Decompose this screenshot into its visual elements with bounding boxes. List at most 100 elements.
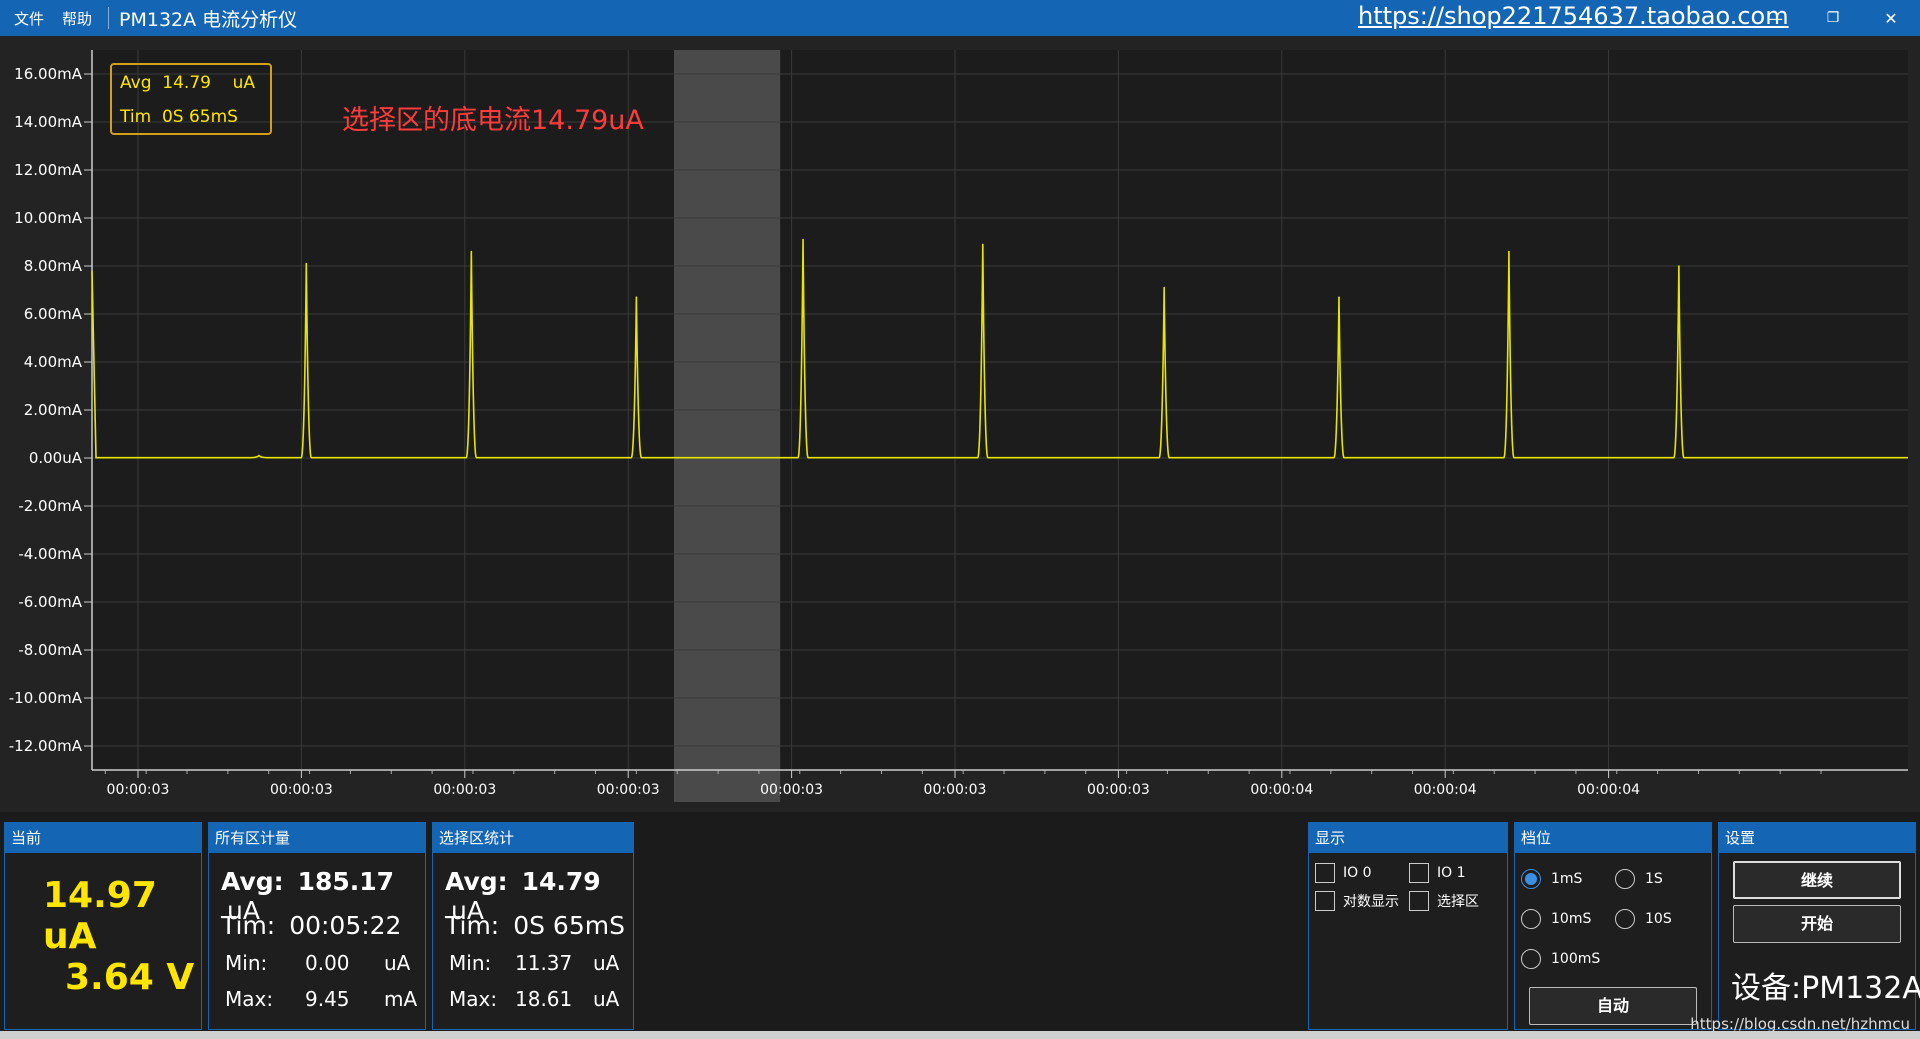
sel-avg-value: 14.79 bbox=[521, 867, 601, 896]
x-tick-label: 00:00:03 bbox=[597, 782, 660, 798]
current-panel: 当前 14.97 uA 3.64 V bbox=[4, 822, 202, 1030]
spike-peak-point bbox=[1508, 250, 1510, 253]
y-tick-label: 0.00uA bbox=[29, 449, 83, 467]
readout-tim: Tim 0S 65mS bbox=[120, 107, 238, 127]
range-10s-radio-dot[interactable] bbox=[1615, 909, 1635, 929]
range-1s-label: 1S bbox=[1645, 871, 1663, 887]
x-tick-label: 00:00:03 bbox=[433, 782, 496, 798]
selection-checkbox-box[interactable] bbox=[1409, 891, 1429, 911]
range-10ms-label: 10mS bbox=[1551, 911, 1592, 927]
log-display-checkbox-box[interactable] bbox=[1315, 891, 1335, 911]
y-tick-label: 12.00mA bbox=[14, 161, 83, 179]
x-tick-label: 00:00:03 bbox=[270, 782, 333, 798]
x-tick-label: 00:00:04 bbox=[1414, 782, 1477, 798]
x-tick-label: 00:00:03 bbox=[924, 782, 987, 798]
selection-stats-title: 选择区统计 bbox=[433, 823, 633, 853]
io0-checkbox-box[interactable] bbox=[1315, 863, 1335, 883]
current-value: 14.97 uA bbox=[43, 875, 157, 957]
spike-peak-point bbox=[305, 262, 308, 265]
app-title: PM132A 电流分析仪 bbox=[119, 8, 298, 31]
sel-max-label: Max: bbox=[449, 987, 498, 1011]
spike-peak-point bbox=[981, 243, 984, 246]
start-button[interactable]: 开始 bbox=[1733, 905, 1901, 943]
all-avg-value: 185.17 bbox=[297, 867, 395, 896]
range-100ms-label: 100mS bbox=[1551, 951, 1601, 967]
x-tick-label: 00:00:04 bbox=[1577, 782, 1640, 798]
sel-min-unit: uA bbox=[593, 951, 620, 975]
range-panel-title: 档位 bbox=[1515, 823, 1711, 853]
y-tick-label: 10.00mA bbox=[14, 209, 83, 227]
display-panel-title: 显示 bbox=[1309, 823, 1507, 853]
continue-button[interactable]: 继续 bbox=[1733, 861, 1901, 899]
all-max-label: Max: bbox=[225, 987, 274, 1011]
readout-avg: Avg 14.79 uA bbox=[120, 73, 255, 93]
io0-checkbox[interactable]: IO 0 bbox=[1315, 863, 1372, 883]
current-panel-title: 当前 bbox=[5, 823, 201, 853]
all-max-unit: mA bbox=[384, 987, 418, 1011]
range-1ms-radio-dot[interactable] bbox=[1521, 869, 1541, 889]
spike-peak-point bbox=[1338, 296, 1340, 299]
close-icon[interactable]: ✕ bbox=[1868, 0, 1914, 36]
restore-icon[interactable]: ❐ bbox=[1810, 0, 1856, 36]
range-100ms-radio-dot[interactable] bbox=[1521, 949, 1541, 969]
selection-checkbox[interactable]: 选择区 bbox=[1409, 891, 1479, 911]
y-tick-label: 14.00mA bbox=[14, 113, 83, 131]
spike-peak-point bbox=[470, 250, 473, 253]
y-tick-label: 16.00mA bbox=[14, 65, 83, 83]
current-chart[interactable]: 16.00mA 14.00mA 12.00mA 10.00mA 8.00mA 6.00mA… bbox=[0, 36, 1920, 812]
range-10ms-radio-dot[interactable] bbox=[1521, 909, 1541, 929]
y-tick-label: -6.00mA bbox=[18, 593, 82, 611]
range-100ms-radio[interactable]: 100mS bbox=[1521, 949, 1600, 969]
y-tick-label: 2.00mA bbox=[24, 401, 83, 419]
settings-panel-title: 设置 bbox=[1719, 823, 1915, 853]
range-10s-label: 10S bbox=[1645, 911, 1672, 927]
range-10s-radio[interactable]: 10S bbox=[1615, 909, 1672, 929]
sel-min-value: 11.37 bbox=[515, 951, 573, 975]
range-10ms-radio[interactable]: 10mS bbox=[1521, 909, 1591, 929]
minimize-icon[interactable]: — bbox=[1752, 0, 1798, 36]
selection-label: 选择区 bbox=[1437, 894, 1479, 910]
selection-band bbox=[673, 50, 781, 802]
y-tick-label: -12.00mA bbox=[9, 737, 83, 755]
range-1ms-label: 1mS bbox=[1551, 871, 1583, 887]
menu-file[interactable]: 文件 bbox=[10, 8, 48, 29]
x-tick-label: 00:00:03 bbox=[1087, 782, 1150, 798]
chart-area[interactable]: 16.00mA 14.00mA 12.00mA 10.00mA 8.00mA 6.00mA… bbox=[0, 36, 1920, 812]
spike-peak-point bbox=[1163, 286, 1165, 289]
all-tim-value: 00:05:22 bbox=[289, 911, 402, 940]
sel-tim-value: 0S 65mS bbox=[513, 911, 625, 940]
auto-button[interactable]: 自动 bbox=[1529, 987, 1697, 1025]
range-1ms-radio[interactable]: 1mS bbox=[1521, 869, 1582, 889]
chart-annotation: 选择区的底电流14.79uA bbox=[342, 105, 644, 136]
title-bar: 文件 帮助 PM132A 电流分析仪 https://shop221754637… bbox=[0, 0, 1920, 36]
range-1s-radio[interactable]: 1S bbox=[1615, 869, 1663, 889]
x-tick-label: 00:00:03 bbox=[107, 782, 170, 798]
sel-avg-label: Avg: bbox=[445, 867, 508, 896]
all-max-value: 9.45 bbox=[305, 987, 350, 1011]
log-display-checkbox[interactable]: 对数显示 bbox=[1315, 891, 1399, 911]
y-tick-label: -2.00mA bbox=[18, 497, 82, 515]
all-stats-panel: 所有区计量 Avg: 185.17 uA Tim: 00:05:22 Min: … bbox=[208, 822, 426, 1030]
sel-max-value: 18.61 bbox=[515, 987, 573, 1011]
display-panel: 显示 IO 0 IO 1 对数显示 选择区 bbox=[1308, 822, 1508, 1030]
y-tick-label: -8.00mA bbox=[18, 641, 82, 659]
selection-readout-box: Avg 14.79 uA Tim 0S 65mS bbox=[110, 63, 272, 135]
bottom-strip bbox=[0, 1031, 1920, 1039]
io1-label: IO 1 bbox=[1437, 865, 1466, 881]
all-min-label: Min: bbox=[225, 951, 268, 975]
sel-tim-label: Tim: bbox=[445, 911, 500, 940]
shop-link[interactable]: https://shop221754637.taobao.com bbox=[1358, 2, 1789, 30]
bottom-panel-bar: 当前 14.97 uA 3.64 V 所有区计量 Avg: 185.17 uA … bbox=[0, 812, 1920, 1039]
all-min-unit: uA bbox=[384, 951, 411, 975]
spike-peak-point bbox=[635, 296, 638, 299]
y-tick-label: 4.00mA bbox=[24, 353, 83, 371]
io1-checkbox[interactable]: IO 1 bbox=[1409, 863, 1466, 883]
y-tick-label: -10.00mA bbox=[9, 689, 83, 707]
menu-help[interactable]: 帮助 bbox=[58, 8, 96, 29]
io1-checkbox-box[interactable] bbox=[1409, 863, 1429, 883]
y-tick-label: 8.00mA bbox=[24, 257, 83, 275]
all-min-value: 0.00 bbox=[305, 951, 350, 975]
range-1s-radio-dot[interactable] bbox=[1615, 869, 1635, 889]
device-label: 设备:PM132A bbox=[1731, 971, 1920, 1006]
all-tim-label: Tim: bbox=[221, 911, 276, 940]
